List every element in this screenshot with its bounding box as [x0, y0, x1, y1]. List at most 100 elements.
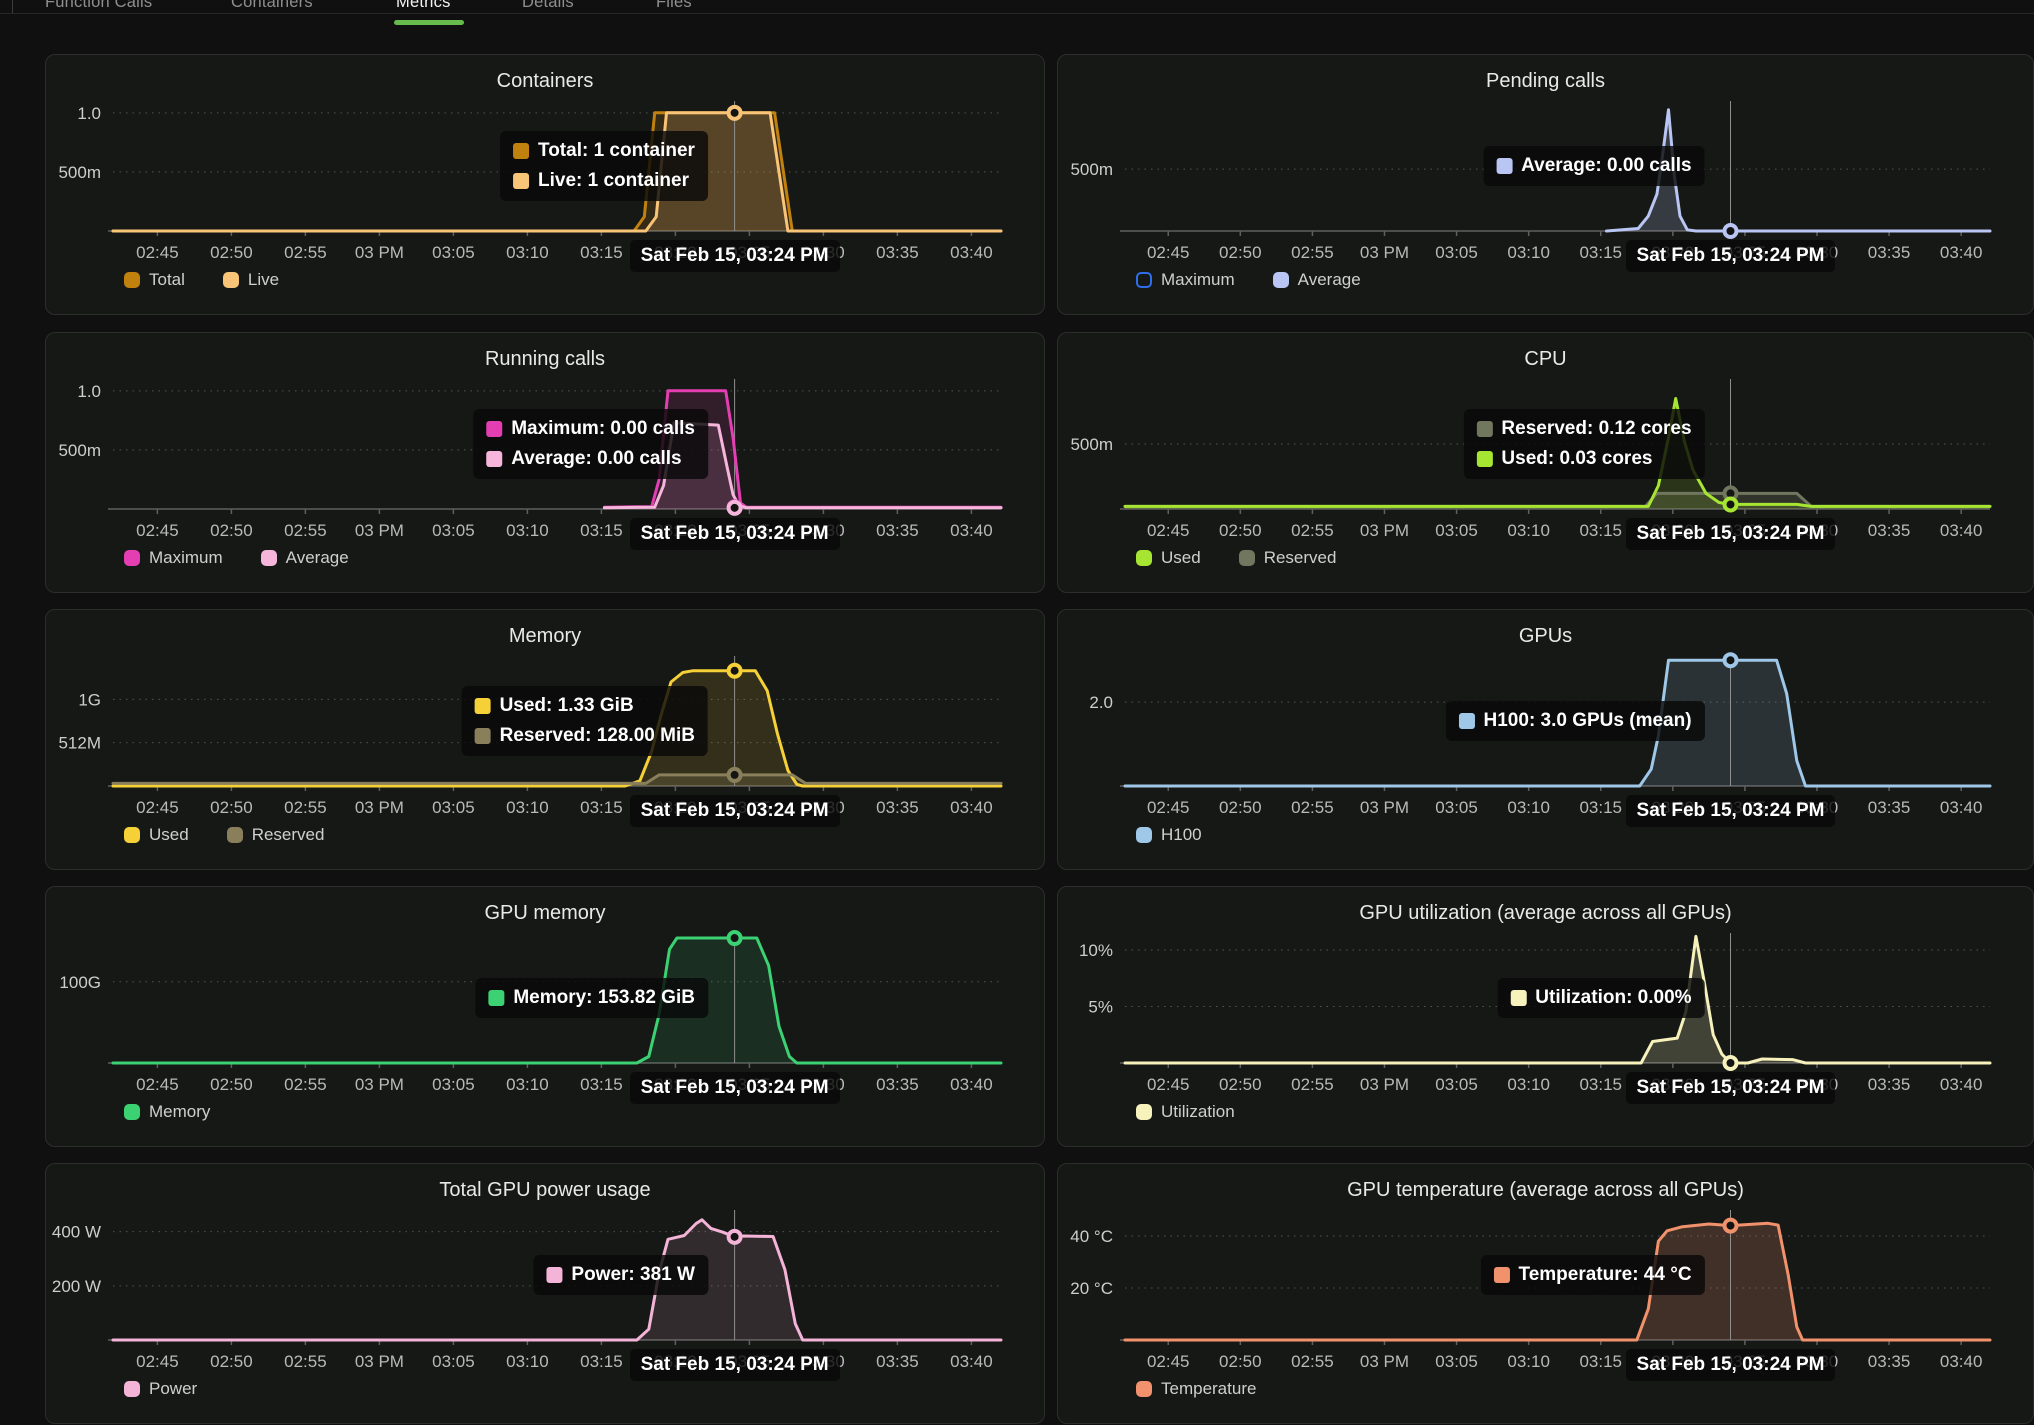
x-axis-label: 02:55 [284, 1352, 327, 1371]
legend-swatch-average [261, 550, 277, 566]
x-axis-label: 03:30 [1796, 243, 1839, 262]
series-line-power [113, 1220, 1001, 1340]
x-axis-label: 03:20 [654, 1352, 697, 1371]
chart-legend: Total Live [124, 270, 279, 290]
x-axis-label: 03:40 [1940, 798, 1983, 817]
x-axis-label: 03:15 [580, 1352, 623, 1371]
legend-item-used[interactable]: Used [124, 825, 189, 845]
legend-label: Power [149, 1379, 197, 1399]
legend-label: Used [1161, 548, 1201, 568]
x-axis-label: 03:35 [1868, 521, 1911, 540]
legend-item-reserved[interactable]: Reserved [227, 825, 325, 845]
x-axis-label: 03:15 [580, 1075, 623, 1094]
x-axis-label: 03:10 [506, 798, 549, 817]
hover-marker-utilization [1725, 1057, 1737, 1069]
x-axis-label: 03:25 [1724, 798, 1767, 817]
series-line-utilization [1125, 936, 1990, 1063]
chart-plot-area[interactable]: 2.002:4502:5002:5503 PM03:0503:1003:1503… [1058, 610, 2034, 871]
x-axis-label: 02:45 [1147, 798, 1190, 817]
x-axis-label: 03:35 [1868, 1352, 1911, 1371]
tab-bar-divider [0, 13, 2034, 14]
legend-item-memory[interactable]: Memory [124, 1102, 210, 1122]
tab-containers[interactable]: Containers [231, 0, 313, 12]
x-axis-label: 03:20 [654, 243, 697, 262]
legend-swatch-temperature [1136, 1381, 1152, 1397]
legend-item-average[interactable]: Average [261, 548, 349, 568]
x-axis-label: 03:30 [1796, 1075, 1839, 1094]
x-axis-label: 03:25 [1724, 1352, 1767, 1371]
hover-marker-power [729, 1231, 741, 1243]
x-axis-label: 03:35 [876, 243, 919, 262]
legend-item-utilization[interactable]: Utilization [1136, 1102, 1235, 1122]
x-axis-label: 03:15 [1579, 243, 1622, 262]
x-axis-label: 02:50 [210, 798, 253, 817]
x-axis-label: 03:30 [802, 243, 845, 262]
x-axis-label: 02:45 [1147, 1352, 1190, 1371]
x-axis-label: 03:20 [1652, 521, 1695, 540]
hover-marker-live [729, 107, 741, 119]
x-axis-label: 03:40 [1940, 521, 1983, 540]
x-axis-label: 03:20 [1652, 798, 1695, 817]
x-axis-label: 03:40 [950, 243, 993, 262]
x-axis-label: 02:55 [284, 521, 327, 540]
legend-label: Reserved [252, 825, 325, 845]
legend-item-temperature[interactable]: Temperature [1136, 1379, 1256, 1399]
x-axis-label: 03:10 [1507, 798, 1550, 817]
left-edge-divider [12, 0, 13, 13]
x-axis-label: 03:35 [1868, 798, 1911, 817]
x-axis-label: 03:05 [432, 243, 475, 262]
chart-legend: H100 [1136, 825, 1202, 845]
x-axis-label: 02:55 [1291, 1352, 1334, 1371]
x-axis-label: 03:20 [654, 1075, 697, 1094]
tab-files[interactable]: Files [656, 0, 692, 12]
legend-item-reserved[interactable]: Reserved [1239, 548, 1337, 568]
x-axis-label: 03:10 [1507, 521, 1550, 540]
x-axis-label: 03:20 [1652, 1075, 1695, 1094]
tab-metrics[interactable]: Metrics [396, 0, 451, 12]
x-axis-label: 03:15 [1579, 521, 1622, 540]
chart-card-gpu-temperature-average-across-all-gpus: GPU temperature (average across all GPUs… [1057, 1163, 2034, 1424]
x-axis-label: 03:25 [1724, 1075, 1767, 1094]
hover-marker-average [729, 502, 741, 514]
y-axis-label: 40 °C [1070, 1227, 1113, 1246]
tab-function-calls[interactable]: Function Calls [45, 0, 152, 12]
x-axis-label: 03:40 [950, 798, 993, 817]
legend-item-maximum[interactable]: Maximum [1136, 270, 1235, 290]
legend-label: Total [149, 270, 185, 290]
legend-swatch-total [124, 272, 140, 288]
x-axis-label: 03:15 [580, 243, 623, 262]
hover-marker-used [729, 665, 741, 677]
legend-item-used[interactable]: Used [1136, 548, 1201, 568]
y-axis-label: 400 W [52, 1223, 101, 1242]
chart-legend: Used Reserved [1136, 548, 1336, 568]
y-axis-label: 500m [1070, 435, 1113, 454]
chart-legend: Power [124, 1379, 197, 1399]
legend-item-h100[interactable]: H100 [1136, 825, 1202, 845]
legend-item-maximum[interactable]: Maximum [124, 548, 223, 568]
chart-card-memory: Memory1G512M02:4502:5002:5503 PM03:0503:… [45, 609, 1045, 870]
x-axis-label: 03 PM [355, 798, 404, 817]
series-line-h100 [1125, 660, 1990, 786]
legend-label: Used [149, 825, 189, 845]
legend-swatch-reserved [1239, 550, 1255, 566]
x-axis-label: 03:30 [802, 798, 845, 817]
y-axis-label: 500m [58, 441, 101, 460]
x-axis-label: 03 PM [1360, 1352, 1409, 1371]
legend-item-average[interactable]: Average [1273, 270, 1361, 290]
x-axis-label: 02:55 [1291, 243, 1334, 262]
x-axis-label: 03:10 [506, 243, 549, 262]
x-axis-label: 03:35 [876, 1352, 919, 1371]
legend-item-power[interactable]: Power [124, 1379, 197, 1399]
x-axis-label: 03:10 [506, 1075, 549, 1094]
legend-label: Average [1298, 270, 1361, 290]
x-axis-label: 03:25 [728, 243, 771, 262]
legend-item-total[interactable]: Total [124, 270, 185, 290]
tab-details[interactable]: Details [522, 0, 574, 12]
x-axis-label: 02:45 [136, 1075, 179, 1094]
legend-item-live[interactable]: Live [223, 270, 279, 290]
legend-label: Maximum [1161, 270, 1235, 290]
chart-card-containers: Containers1.0500m02:4502:5002:5503 PM03:… [45, 54, 1045, 315]
series-line-used [1125, 399, 1990, 507]
legend-label: Utilization [1161, 1102, 1235, 1122]
y-axis-label: 500m [1070, 160, 1113, 179]
